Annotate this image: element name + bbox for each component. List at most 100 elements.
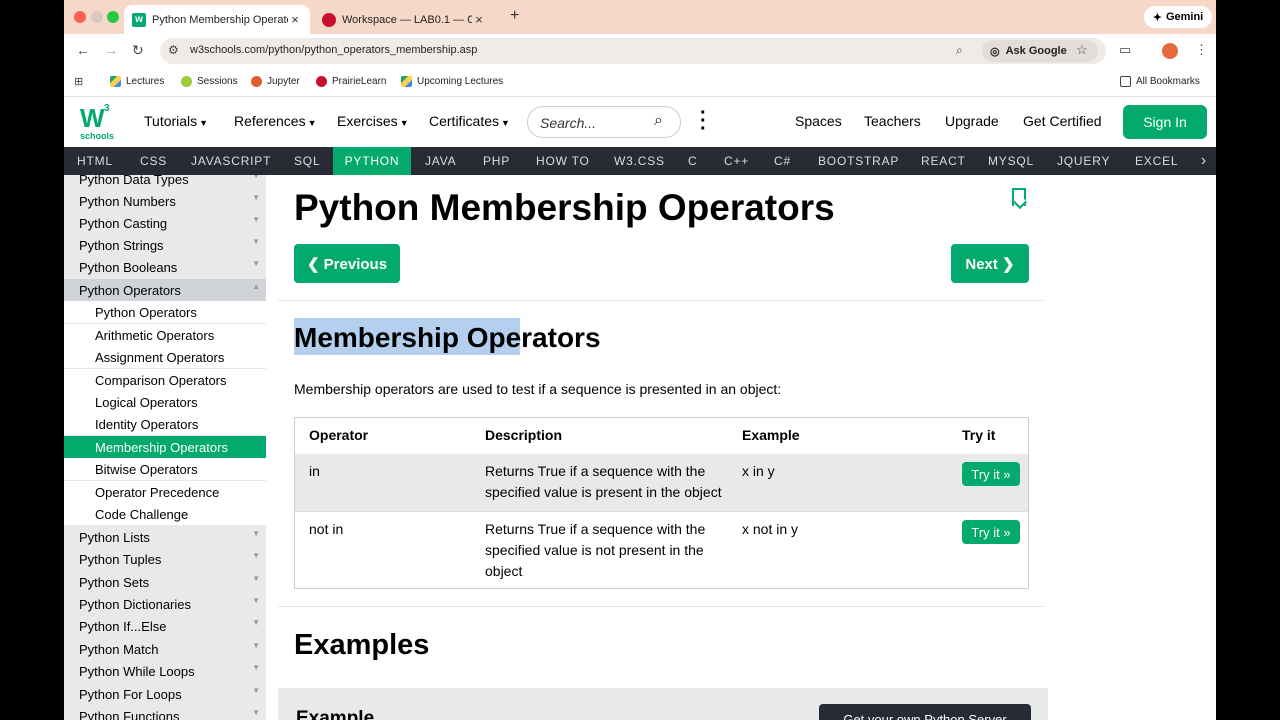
search-input[interactable] <box>540 114 650 132</box>
sidebar-item-casting[interactable]: Python Casting ▼ <box>64 212 266 234</box>
sidebar-item-dictionaries[interactable]: Python Dictionaries ▼ <box>64 593 266 615</box>
sidebar-sub-code-challenge[interactable]: Code Challenge <box>64 503 266 525</box>
close-tab-icon[interactable]: × <box>472 12 486 27</box>
sidebar-sub-assignment[interactable]: Assignment Operators <box>64 346 266 368</box>
gemini-button[interactable]: ✦ Gemini <box>1144 6 1212 28</box>
topic-mysql[interactable]: MYSQL <box>975 147 1047 175</box>
sidebar-item-if-else[interactable]: Python If...Else ▼ <box>64 615 266 637</box>
sidebar-sub-python-operators[interactable]: Python Operators <box>64 301 266 323</box>
bookmark-upcoming-lectures[interactable]: Upcoming Lectures <box>401 76 503 87</box>
bookmark-prairielearn[interactable]: PrairieLearn <box>316 76 386 87</box>
topic-javascript[interactable]: JAVASCRIPT <box>178 147 284 175</box>
sidebar-item-for-loops[interactable]: Python For Loops ▼ <box>64 683 266 705</box>
bookmark-jupyter[interactable]: Jupyter <box>251 76 300 87</box>
sidebar-item-while-loops[interactable]: Python While Loops ▼ <box>64 660 266 682</box>
topic-c[interactable]: C <box>675 147 710 175</box>
topic-w3css[interactable]: W3.CSS <box>601 147 678 175</box>
topic-html[interactable]: HTML <box>64 147 126 175</box>
w3schools-favicon-icon: w <box>132 12 146 27</box>
sidebar-sub-precedence[interactable]: Operator Precedence <box>64 481 266 503</box>
tab-python-membership[interactable]: w Python Membership Operator × <box>124 5 310 34</box>
forward-arrow-icon[interactable]: → <box>104 42 118 58</box>
menu-references[interactable]: References ▼ <box>234 113 317 129</box>
sidebar-item-sets[interactable]: Python Sets ▼ <box>64 571 266 593</box>
zoom-icon[interactable]: ⌕ <box>956 43 963 58</box>
previous-button[interactable]: ❮ Previous <box>294 244 400 283</box>
link-teachers[interactable]: Teachers <box>864 113 921 129</box>
tutorial-sidebar: Python Data Types ▼ Python Numbers ▼ Pytho… <box>64 175 266 720</box>
topics-next-arrow-icon[interactable]: › <box>1192 147 1216 175</box>
browser-menu-icon[interactable]: ⋮ <box>1195 42 1208 58</box>
site-settings-icon[interactable]: ⚙ <box>168 43 179 57</box>
sidebar-item-operators[interactable]: Python Operators ▲ <box>64 279 266 301</box>
sidebar-sub-membership[interactable]: Membership Operators <box>64 436 266 458</box>
tab-search-icon[interactable]: ▭ <box>1119 42 1131 58</box>
sidebar-sub-identity[interactable]: Identity Operators <box>64 413 266 435</box>
minimize-window-button[interactable] <box>91 11 103 23</box>
try-it-button[interactable]: Try it » <box>962 520 1020 544</box>
next-button[interactable]: Next ❯ <box>951 244 1029 283</box>
chevron-down-icon: ▼ <box>252 215 260 224</box>
sidebar-sub-logical[interactable]: Logical Operators <box>64 391 266 413</box>
sidebar-item-functions[interactable]: Python Functions ▼ <box>64 705 266 720</box>
bookmark-lectures[interactable]: Lectures <box>110 76 164 87</box>
sidebar-sub-bitwise[interactable]: Bitwise Operators <box>64 458 266 480</box>
sign-in-button[interactable]: Sign In <box>1123 105 1207 139</box>
right-ad-area <box>1058 175 1216 720</box>
menu-exercises[interactable]: Exercises ▼ <box>337 113 409 129</box>
sidebar-item-match[interactable]: Python Match ▼ <box>64 638 266 660</box>
sidebar-item-tuples[interactable]: Python Tuples ▼ <box>64 548 266 570</box>
topic-php[interactable]: PHP <box>470 147 523 175</box>
sidebar-item-strings[interactable]: Python Strings ▼ <box>64 234 266 256</box>
link-get-certified[interactable]: Get Certified <box>1023 113 1102 129</box>
new-tab-button[interactable]: + <box>510 7 519 25</box>
reload-icon[interactable]: ↻ <box>132 42 144 59</box>
tab-workspace-lab[interactable]: Workspace — LAB0.1 — CS 10 × <box>314 5 494 34</box>
all-bookmarks[interactable]: All Bookmarks <box>1120 76 1200 87</box>
back-arrow-icon[interactable]: ← <box>76 42 90 58</box>
topic-sql[interactable]: SQL <box>281 147 333 175</box>
more-options-icon[interactable]: · · · <box>700 103 707 139</box>
topic-how-to[interactable]: HOW TO <box>523 147 603 175</box>
caret-down-icon: ▼ <box>199 118 209 128</box>
sidebar-item-label: Python Match <box>79 641 159 657</box>
menu-tutorials[interactable]: Tutorials ▼ <box>144 113 208 129</box>
sidebar-item-booleans[interactable]: Python Booleans ▼ <box>64 256 266 278</box>
profile-avatar[interactable] <box>1162 43 1178 59</box>
sidebar-item-lists[interactable]: Python Lists ▼ <box>64 526 266 548</box>
topic-python[interactable]: PYTHON <box>333 147 411 175</box>
drive-icon <box>110 76 121 87</box>
sidebar-item-data-types[interactable]: Python Data Types ▼ <box>64 175 266 190</box>
sidebar-sub-arithmetic[interactable]: Arithmetic Operators <box>64 324 266 346</box>
w3schools-logo[interactable]: W 3 schools <box>78 103 116 141</box>
topic-cpp[interactable]: C++ <box>711 147 762 175</box>
prairielearn-favicon-icon <box>322 12 336 27</box>
get-server-button[interactable]: Get your own Python Server <box>819 704 1031 720</box>
topic-excel[interactable]: EXCEL <box>1122 147 1191 175</box>
bookmark-icon[interactable] <box>1012 188 1026 206</box>
url-text[interactable]: w3schools.com/python/python_operators_me… <box>190 44 477 56</box>
sidebar-item-numbers[interactable]: Python Numbers ▼ <box>64 190 266 212</box>
close-tab-icon[interactable]: × <box>288 12 302 27</box>
menu-certificates[interactable]: Certificates ▼ <box>429 113 510 129</box>
chevron-down-icon: ▼ <box>252 175 260 180</box>
topic-react[interactable]: REACT <box>908 147 979 175</box>
link-upgrade[interactable]: Upgrade <box>945 113 999 129</box>
address-bar[interactable]: ⚙ w3schools.com/python/python_operators_… <box>160 38 1106 64</box>
topic-csharp[interactable]: C# <box>761 147 804 175</box>
search-icon[interactable]: ⌕ <box>654 112 663 130</box>
maximize-window-button[interactable] <box>107 11 119 23</box>
topic-jquery[interactable]: JQUERY <box>1044 147 1123 175</box>
try-it-button[interactable]: Try it » <box>962 462 1020 486</box>
bookmark-sessions[interactable]: Sessions <box>181 76 238 87</box>
sidebar-sub-comparison[interactable]: Comparison Operators <box>64 369 266 391</box>
link-spaces[interactable]: Spaces <box>795 113 842 129</box>
topic-css[interactable]: CSS <box>127 147 180 175</box>
logo-superscript: 3 <box>104 103 110 114</box>
apps-grid-icon[interactable]: ⊞ <box>74 77 85 88</box>
bookmark-star-icon[interactable]: ☆ <box>1076 42 1088 58</box>
topic-bootstrap[interactable]: BOOTSTRAP <box>805 147 912 175</box>
topic-java[interactable]: JAVA <box>412 147 469 175</box>
example-box: Example Get your own Python Server <box>278 688 1048 720</box>
close-window-button[interactable] <box>74 11 86 23</box>
